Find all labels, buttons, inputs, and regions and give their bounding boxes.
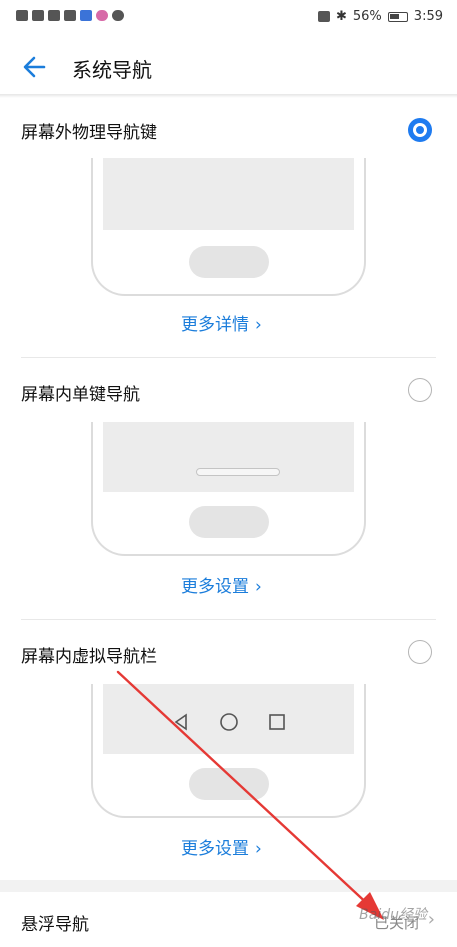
message-icon — [112, 10, 124, 21]
option-single-key[interactable]: 屏幕内单键导航 更多设置 › — [0, 358, 457, 618]
hd-icon — [16, 10, 28, 21]
download-icon — [64, 10, 76, 21]
option-label: 屏幕内单键导航 — [21, 385, 140, 405]
chevron-right-icon: › — [255, 577, 262, 597]
radio-virtual-navbar[interactable] — [408, 640, 432, 664]
signal-icon — [48, 10, 60, 21]
home-key — [189, 506, 269, 538]
floating-nav-label: 悬浮导航 — [21, 915, 89, 935]
option-label: 屏幕外物理导航键 — [21, 123, 157, 143]
chevron-right-icon: › — [427, 909, 435, 930]
home-key — [189, 768, 269, 800]
virtual-nav-buttons — [103, 712, 354, 732]
signal-icon — [32, 10, 44, 21]
back-arrow-icon[interactable] — [18, 50, 52, 84]
phone-illustration — [91, 684, 366, 818]
more-settings-label: 更多设置 — [181, 839, 249, 859]
option-virtual-navbar[interactable]: 屏幕内虚拟导航栏 更多设置 › — [0, 620, 457, 880]
vpn-icon — [80, 10, 92, 21]
app-bar: 系统导航 — [0, 36, 457, 96]
section-separator — [0, 880, 457, 892]
status-icons-right: ✱ 56% 3:59 — [317, 9, 443, 24]
status-icons-left — [16, 10, 124, 21]
option-label: 屏幕内虚拟导航栏 — [21, 647, 157, 667]
status-bar: ✱ 56% 3:59 — [0, 0, 457, 36]
phone-illustration — [91, 158, 366, 296]
page-title: 系统导航 — [72, 58, 152, 82]
phone-illustration — [91, 422, 366, 556]
phone-screen — [103, 684, 354, 754]
more-settings-label: 更多设置 — [181, 577, 249, 597]
browser-icon — [96, 10, 108, 21]
option-physical-keys[interactable]: 屏幕外物理导航键 更多详情 › — [0, 98, 457, 356]
home-nav-icon — [219, 713, 238, 731]
battery-icon — [387, 11, 408, 22]
watermark: Baidu经验 — [359, 907, 427, 923]
chevron-right-icon: › — [255, 315, 262, 335]
more-settings-link[interactable]: 更多设置 › — [181, 834, 262, 859]
phone-screen — [103, 422, 354, 492]
more-details-link[interactable]: 更多详情 › — [181, 310, 262, 335]
battery-percent: 56% — [352, 9, 382, 24]
nfc-icon — [317, 11, 330, 22]
radio-single-key[interactable] — [408, 378, 432, 402]
more-settings-link[interactable]: 更多设置 › — [181, 572, 262, 597]
home-key — [189, 246, 269, 278]
clock: 3:59 — [413, 9, 443, 24]
recents-nav-icon — [268, 714, 285, 730]
back-nav-icon — [174, 713, 187, 731]
phone-screen — [103, 158, 354, 230]
more-details-label: 更多详情 — [181, 315, 249, 335]
chevron-right-icon: › — [255, 839, 262, 859]
nav-pill — [196, 468, 280, 476]
bluetooth-icon: ✱ — [335, 9, 347, 24]
radio-physical-keys[interactable] — [408, 118, 432, 142]
